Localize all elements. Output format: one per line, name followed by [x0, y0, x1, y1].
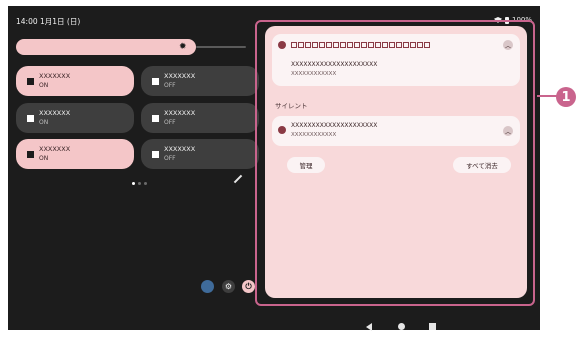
chevron-up-icon[interactable]: ︿ [503, 126, 513, 136]
tile-name: XXXXXXX [39, 109, 71, 117]
quick-tile-4[interactable]: XXXXXXX OFF [141, 103, 259, 133]
back-triangle-icon[interactable] [366, 323, 372, 331]
tile-icon [27, 115, 34, 122]
gear-icon[interactable]: ⚙ [222, 280, 235, 293]
notification-panel: ︿ XXXXXXXXXXXXXXXXXXXXX XXXXXXXXXXXX サイレ… [265, 26, 527, 298]
notification-text: XXXXXXXXXXXXXXXXXXXXX [291, 122, 378, 129]
quick-tile-1[interactable]: XXXXXXX ON [16, 66, 134, 96]
brightness-track [196, 46, 246, 48]
tile-name: XXXXXXX [164, 109, 196, 117]
callout-badge: 1 [556, 87, 576, 107]
tile-name: XXXXXXX [39, 145, 71, 153]
quick-tile-5[interactable]: XXXXXXX ON [16, 139, 134, 169]
tile-state: ON [39, 155, 49, 162]
app-icon [278, 41, 286, 49]
tile-icon [152, 115, 159, 122]
page-dot [138, 182, 141, 185]
tile-icon [152, 151, 159, 158]
power-icon[interactable]: ⏻ [242, 280, 255, 293]
sun-icon: ✹ [179, 42, 187, 52]
tile-state: OFF [164, 155, 176, 162]
recents-square-icon[interactable] [429, 323, 436, 330]
tile-name: XXXXXXX [164, 145, 196, 153]
quick-tile-3[interactable]: XXXXXXX ON [16, 103, 134, 133]
quick-tile-6[interactable]: XXXXXXX OFF [141, 139, 259, 169]
manage-button[interactable]: 管理 [287, 157, 325, 173]
tile-icon [152, 78, 159, 85]
status-time-date: 14:00 1月1日 (日) [16, 17, 81, 26]
notification-card[interactable]: ︿ XXXXXXXXXXXXXXXXXXXXX XXXXXXXXXXXX [272, 116, 520, 146]
user-avatar-icon[interactable] [201, 280, 214, 293]
pencil-icon[interactable] [233, 174, 243, 184]
tile-icon [27, 78, 34, 85]
clear-all-button[interactable]: すべて消去 [453, 157, 511, 173]
notification-subtext: XXXXXXXXXXXX [291, 132, 337, 138]
page-indicator [132, 182, 147, 185]
notification-subtext: XXXXXXXXXXXX [291, 71, 337, 77]
tile-state: ON [39, 119, 49, 126]
section-label-silent: サイレント [275, 102, 308, 110]
tile-state: OFF [164, 82, 176, 89]
notification-text: XXXXXXXXXXXXXXXXXXXXX [291, 61, 378, 68]
home-circle-icon[interactable] [398, 323, 405, 330]
page-dot [144, 182, 147, 185]
page-dot [132, 182, 135, 185]
notification-title-placeholder [291, 42, 430, 48]
notification-card[interactable]: ︿ XXXXXXXXXXXXXXXXXXXXX XXXXXXXXXXXX [272, 34, 520, 86]
tile-icon [27, 151, 34, 158]
brightness-slider[interactable]: ✹ [16, 39, 196, 55]
tile-state: OFF [164, 119, 176, 126]
tile-state: ON [39, 82, 49, 89]
tile-name: XXXXXXX [39, 72, 71, 80]
callout-leader-line [537, 95, 557, 97]
quick-tile-2[interactable]: XXXXXXX OFF [141, 66, 259, 96]
tile-name: XXXXXXX [164, 72, 196, 80]
chevron-up-icon[interactable]: ︿ [503, 40, 513, 50]
app-icon [278, 126, 286, 134]
